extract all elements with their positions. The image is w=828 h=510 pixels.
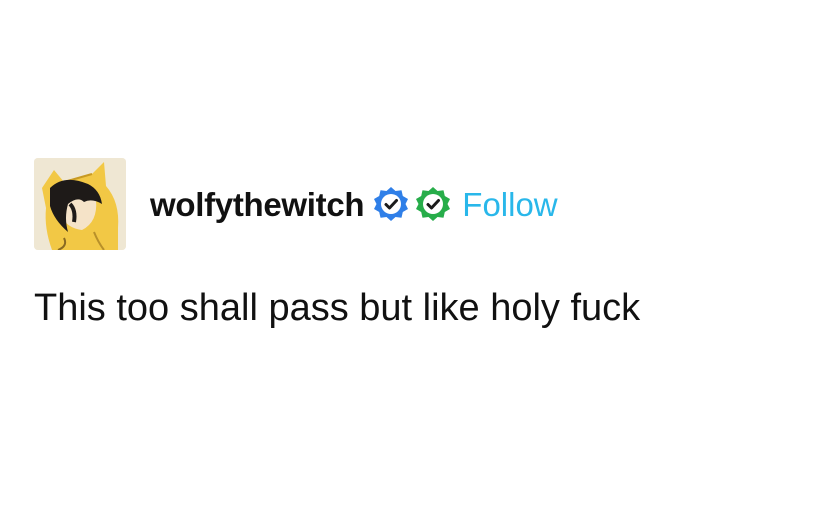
username[interactable]: wolfythewitch xyxy=(150,188,365,221)
verified-check-badge-icon xyxy=(372,185,410,223)
verified-check-badge-icon xyxy=(414,185,452,223)
post-text: This too shall pass but like holy fuck xyxy=(34,287,641,329)
post-header: wolfythewitch Follow xyxy=(34,158,794,250)
post: wolfythewitch Follow This too shall pass… xyxy=(34,158,794,330)
follow-button[interactable]: Follow xyxy=(462,188,557,221)
avatar[interactable] xyxy=(34,158,126,250)
avatar-image xyxy=(34,158,126,250)
